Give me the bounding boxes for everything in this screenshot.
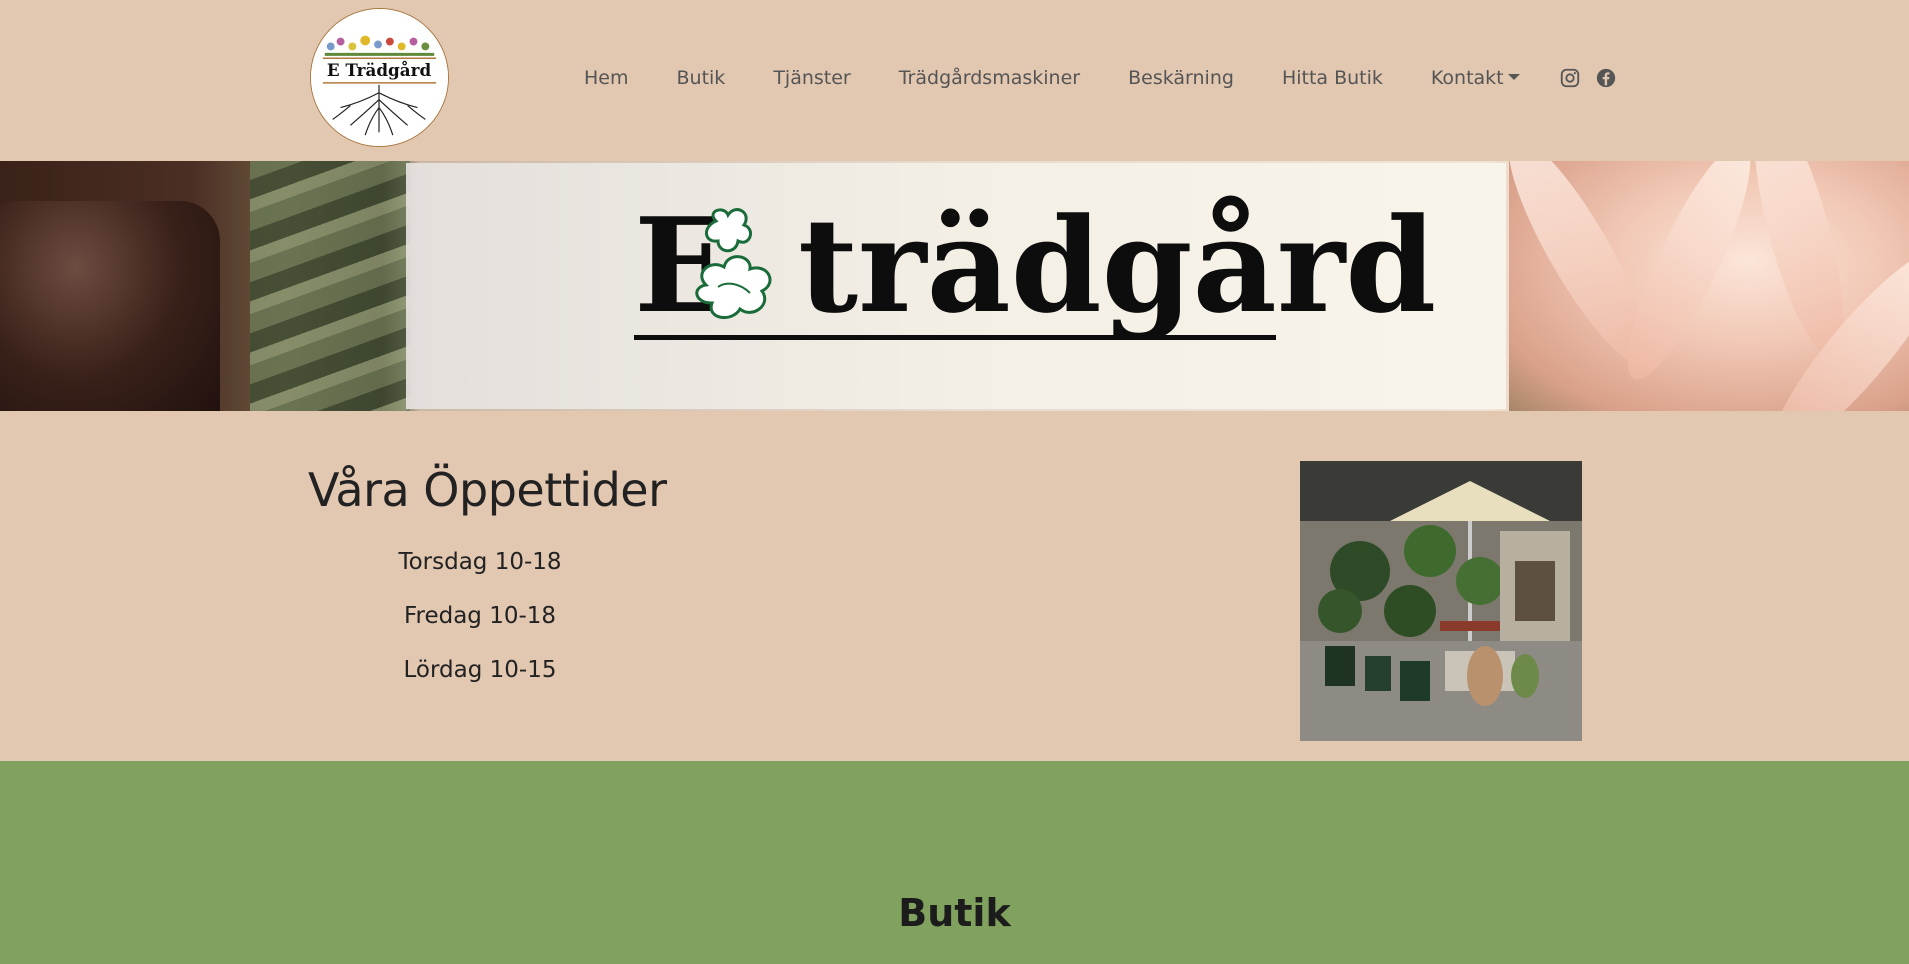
hours-line: Lördag 10-15 bbox=[403, 657, 557, 683]
butik-title: Butik bbox=[898, 891, 1011, 935]
opening-hours-title: Våra Öppettider bbox=[308, 463, 667, 517]
nav-tjanster[interactable]: Tjänster bbox=[773, 67, 850, 89]
hours-line: Torsdag 10-18 bbox=[398, 549, 562, 575]
nav-butik[interactable]: Butik bbox=[677, 67, 726, 89]
nav-beskarning[interactable]: Beskärning bbox=[1128, 67, 1234, 89]
instagram-icon[interactable] bbox=[1559, 67, 1581, 89]
nav-hitta-butik[interactable]: Hitta Butik bbox=[1282, 67, 1383, 89]
nav-tradgardsmaskiner[interactable]: Trädgårdsmaskiner bbox=[899, 67, 1080, 89]
site-header: E Trädgård Hem Butik Tjänster Trädgårdsm… bbox=[0, 0, 1909, 161]
nav-hem[interactable]: Hem bbox=[584, 67, 629, 89]
banner-pot-image bbox=[0, 201, 220, 411]
shop-interior-photo bbox=[1300, 461, 1582, 741]
banner-title-panel: E trädgård bbox=[406, 163, 1506, 409]
banner-foliage-image bbox=[250, 161, 410, 411]
main-nav: Hem Butik Tjänster Trädgårdsmaskiner Bes… bbox=[560, 62, 1624, 94]
site-logo[interactable]: E Trädgård bbox=[310, 8, 449, 147]
opening-hours-section: Våra Öppettider Torsdag 10-18 Fredag 10-… bbox=[0, 411, 1909, 761]
banner-flower-image bbox=[1488, 161, 1909, 411]
hours-line: Fredag 10-18 bbox=[403, 603, 557, 629]
butik-section: Butik bbox=[0, 761, 1909, 964]
opening-hours-list: Torsdag 10-18 Fredag 10-18 Lördag 10-15 bbox=[330, 549, 630, 711]
hero-banner: E trädgård bbox=[0, 161, 1909, 411]
social-links bbox=[1552, 67, 1624, 89]
facebook-icon[interactable] bbox=[1595, 67, 1617, 89]
logo-graphic: E Trädgård bbox=[311, 9, 448, 146]
banner-logo: E trädgård bbox=[634, 189, 1436, 342]
nav-kontakt-dropdown[interactable]: Kontakt bbox=[1431, 67, 1520, 89]
svg-text:E Trädgård: E Trädgård bbox=[327, 60, 432, 80]
svg-text:trädgård: trädgård bbox=[798, 189, 1436, 342]
nav-kontakt-label: Kontakt bbox=[1430, 67, 1504, 89]
chevron-down-icon bbox=[1507, 74, 1520, 80]
